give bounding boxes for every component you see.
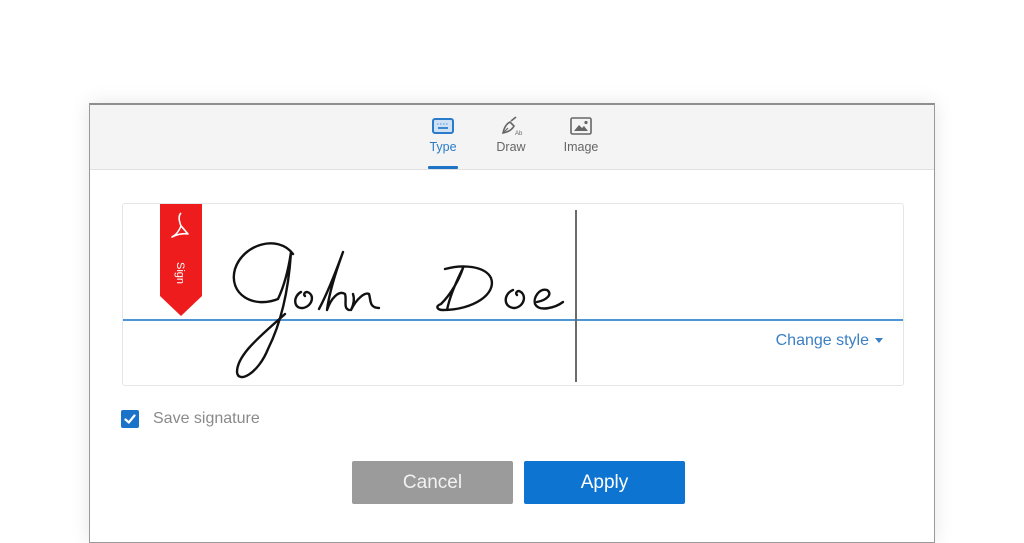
change-style-dropdown[interactable]: Change style (776, 332, 883, 350)
tab-image-label: Image (563, 140, 599, 154)
svg-text:Ab: Ab (515, 131, 523, 137)
tab-draw-label: Draw (496, 140, 526, 154)
tab-image[interactable]: Image (551, 115, 611, 169)
checkmark-icon (124, 414, 136, 424)
signature-canvas[interactable]: Sign Change style (122, 203, 904, 386)
text-cursor (575, 210, 577, 382)
tab-type-label: Type (429, 140, 457, 154)
pen-icon: Ab (501, 116, 523, 137)
chevron-down-icon (875, 338, 883, 344)
tab-bar: Type Ab Draw Image (90, 105, 934, 170)
save-signature-row: Save signature (121, 409, 260, 429)
tab-draw[interactable]: Ab Draw (481, 115, 541, 169)
change-style-label: Change style (775, 332, 869, 349)
sign-tag-label: Sign (174, 262, 186, 284)
signature-text (232, 242, 565, 379)
sign-here-tag: Sign (160, 204, 202, 316)
tab-type[interactable]: Type (413, 115, 473, 169)
save-signature-checkbox[interactable] (121, 410, 139, 428)
keyboard-icon (432, 118, 454, 134)
save-signature-label: Save signature (153, 410, 260, 427)
image-icon (570, 117, 592, 135)
cancel-button[interactable]: Cancel (352, 461, 513, 504)
signature-dialog: Type Ab Draw Image Sign Change style Sav… (89, 103, 935, 543)
apply-button[interactable]: Apply (524, 461, 685, 504)
